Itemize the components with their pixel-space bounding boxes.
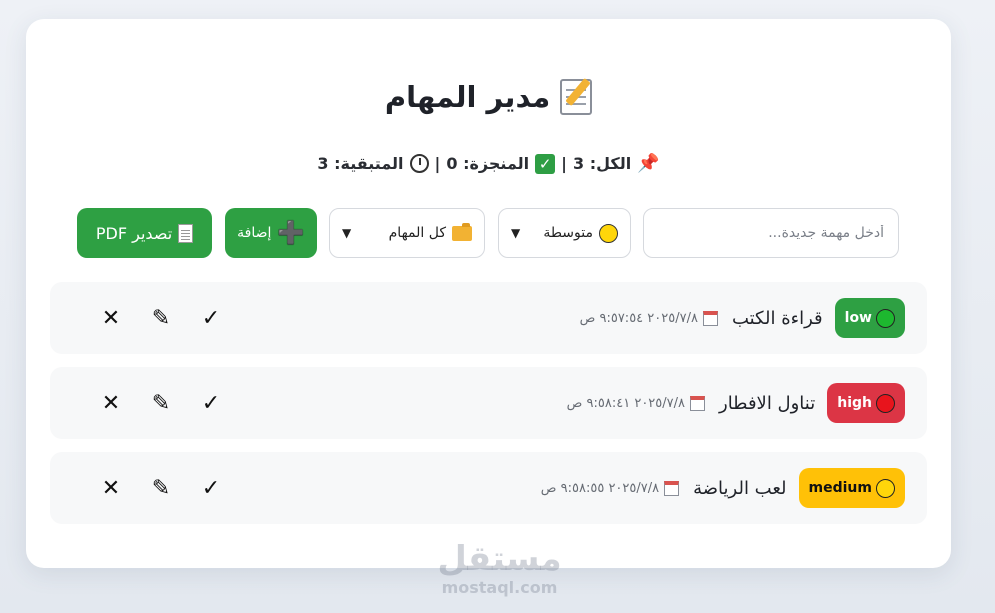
chevron-down-icon: ▼ [511, 226, 521, 240]
delete-task-button[interactable]: ✕ [86, 298, 136, 338]
task-text: تناول الافطار [719, 392, 816, 414]
export-pdf-label: تصدير PDF [95, 223, 173, 243]
task-row: medium لعب الرياضة ٢٠٢٥/٧/٨ ٩:٥٨:٥٥ ص ✕ … [50, 452, 927, 524]
page-title: مدير المهام [26, 79, 951, 115]
calendar-icon [702, 310, 718, 326]
stats-bar: 📌 الكل: 3 | ✓ المنجزة: 0 | المتبقية: 3 [26, 153, 951, 174]
calendar-icon [690, 395, 705, 411]
stat-separator: | [561, 154, 568, 173]
priority-badge: medium [798, 468, 905, 508]
export-pdf-button[interactable]: تصدير PDF [77, 208, 212, 258]
pin-icon: 📌 [637, 153, 660, 174]
memo-icon [560, 79, 593, 115]
priority-badge-label: high [837, 395, 872, 411]
controls-bar: متوسطة ▼ كل المهام ▼ ➕ إضافة تصدير PDF [26, 208, 951, 258]
filter-select-value: كل المهام [388, 225, 446, 241]
complete-task-button[interactable]: ✓ [186, 468, 236, 508]
green-dot-icon [876, 308, 895, 328]
task-date-text: ٢٠٢٥/٧/٨ ٩:٥٧:٥٤ ص [579, 310, 698, 326]
page-title-text: مدير المهام [384, 80, 551, 114]
edit-task-button[interactable]: ✎ [136, 383, 186, 423]
priority-select[interactable]: متوسطة ▼ [498, 208, 631, 258]
watermark-logo: مستقل mostaql.com [437, 540, 562, 597]
task-date-text: ٢٠٢٥/٧/٨ ٩:٥٨:٤١ ص [566, 395, 685, 411]
task-date: ٢٠٢٥/٧/٨ ٩:٥٧:٥٤ ص [579, 310, 718, 326]
stat-remaining: المتبقية: 3 [317, 154, 404, 173]
task-manager-card: مدير المهام 📌 الكل: 3 | ✓ المنجزة: 0 | ا… [26, 19, 951, 568]
clock-icon [409, 154, 429, 173]
task-date: ٢٠٢٥/٧/٨ ٩:٥٨:٥٥ ص [540, 480, 680, 496]
stat-separator: | [434, 154, 441, 173]
task-row: low قراءة الكتب ٢٠٢٥/٧/٨ ٩:٥٧:٥٤ ص ✕ ✎ ✓ [50, 282, 927, 354]
task-date-text: ٢٠٢٥/٧/٨ ٩:٥٨:٥٥ ص [540, 480, 660, 496]
priority-badge-label: medium [808, 480, 872, 496]
complete-task-button[interactable]: ✓ [186, 298, 236, 338]
calendar-icon [664, 480, 680, 496]
priority-badge: high [827, 383, 905, 423]
complete-task-button[interactable]: ✓ [186, 383, 236, 423]
task-actions: ✕ ✎ ✓ [86, 282, 236, 354]
task-list: low قراءة الكتب ٢٠٢٥/٧/٨ ٩:٥٧:٥٤ ص ✕ ✎ ✓… [50, 282, 927, 537]
watermark-latin: mostaql.com [441, 578, 558, 597]
watermark-arabic: مستقل [437, 539, 562, 579]
priority-badge-label: low [844, 310, 872, 326]
priority-select-value: متوسطة [543, 225, 593, 241]
plus-icon: ➕ [277, 220, 305, 246]
chevron-down-icon: ▼ [342, 226, 352, 240]
task-row: high تناول الافطار ٢٠٢٥/٧/٨ ٩:٥٨:٤١ ص ✕ … [50, 367, 927, 439]
task-date: ٢٠٢٥/٧/٨ ٩:٥٨:٤١ ص [566, 395, 705, 411]
add-task-label: إضافة [237, 225, 272, 241]
new-task-input[interactable] [643, 208, 899, 258]
edit-task-button[interactable]: ✎ [136, 468, 186, 508]
task-actions: ✕ ✎ ✓ [86, 367, 236, 439]
stat-done: المنجزة: 0 [446, 154, 530, 173]
doc-icon [178, 223, 194, 243]
check-box-icon: ✓ [535, 153, 556, 174]
delete-task-button[interactable]: ✕ [86, 468, 136, 508]
priority-badge: low [834, 298, 905, 338]
task-text: قراءة الكتب [731, 307, 823, 329]
stat-total: الكل: 3 [573, 154, 632, 173]
folder-icon [452, 222, 472, 241]
yellow-dot-icon [876, 478, 895, 498]
add-task-button[interactable]: ➕ إضافة [225, 208, 317, 258]
task-actions: ✕ ✎ ✓ [86, 452, 236, 524]
filter-select[interactable]: كل المهام ▼ [329, 208, 485, 258]
yellow-dot-icon [599, 223, 618, 243]
delete-task-button[interactable]: ✕ [86, 383, 136, 423]
red-dot-icon [876, 393, 895, 413]
edit-task-button[interactable]: ✎ [136, 298, 186, 338]
task-text: لعب الرياضة [693, 477, 787, 499]
